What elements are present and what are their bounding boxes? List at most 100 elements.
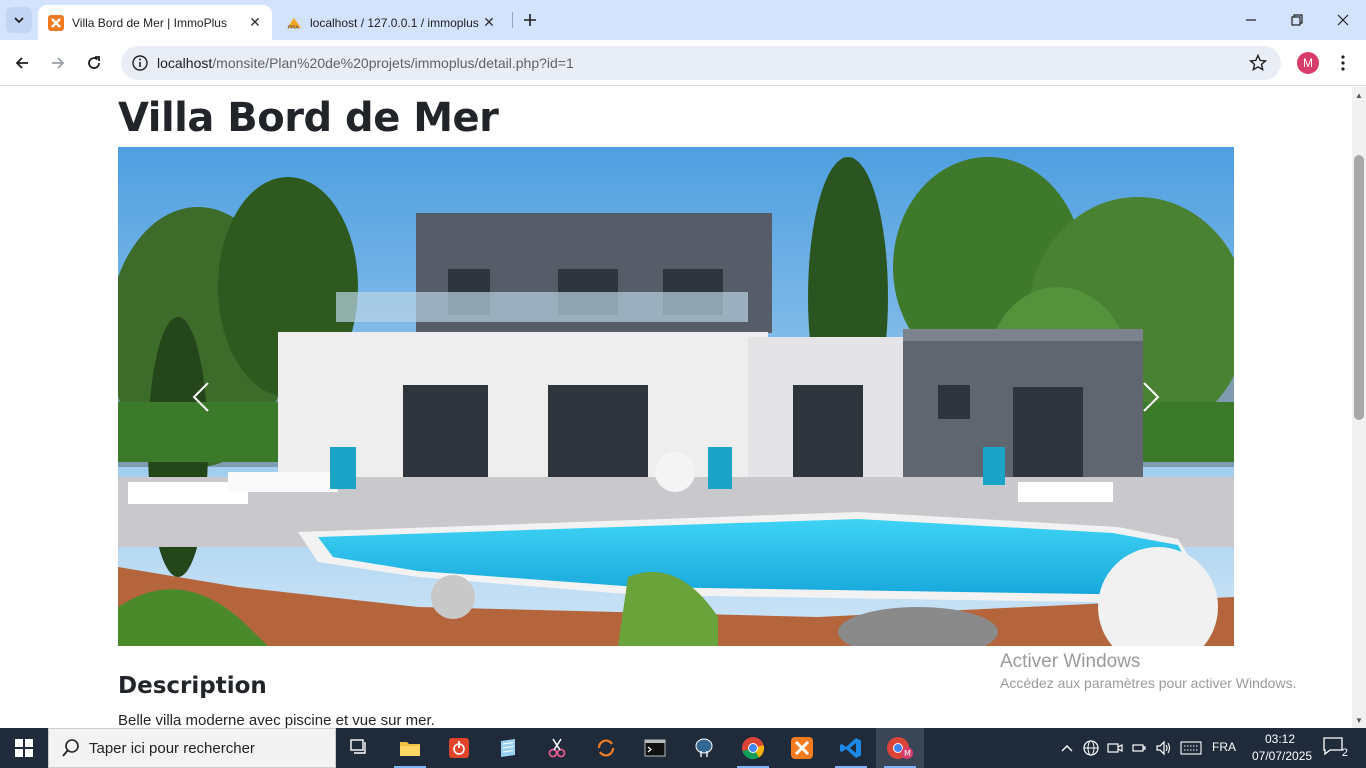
minimize-icon	[1246, 19, 1256, 21]
file-explorer-button[interactable]	[386, 728, 434, 768]
battery-tray-button[interactable]	[1128, 728, 1150, 768]
chevron-down-icon	[14, 17, 24, 24]
minimize-button[interactable]	[1228, 0, 1274, 40]
description-heading: Description	[118, 673, 267, 699]
chevron-up-icon	[1061, 745, 1073, 752]
show-hidden-icons-button[interactable]	[1058, 728, 1076, 768]
browser-menu-button[interactable]	[1332, 52, 1354, 74]
tab-separator	[512, 12, 513, 28]
sync-orange-icon	[597, 739, 615, 757]
reload-button[interactable]	[80, 49, 108, 77]
svg-text:M: M	[904, 749, 911, 758]
meet-now-tray-button[interactable]	[1104, 728, 1126, 768]
carousel-prev-button[interactable]	[118, 147, 284, 646]
notification-icon	[1323, 737, 1343, 756]
clock-time: 03:12	[1264, 732, 1296, 746]
tab-phpmyadmin[interactable]: PMA localhost / 127.0.0.1 / immoplus ✕	[276, 5, 506, 40]
vscode-icon	[840, 738, 861, 758]
tab-title: localhost / 127.0.0.1 / immoplus	[310, 15, 479, 30]
chevron-right-icon	[1143, 381, 1160, 412]
keyboard-tray-button[interactable]	[1177, 728, 1205, 768]
property-image-carousel[interactable]	[118, 147, 1234, 646]
scroll-thumb[interactable]	[1354, 155, 1364, 420]
forward-button[interactable]	[44, 49, 72, 77]
volume-tray-button[interactable]	[1152, 728, 1174, 768]
description-text: Belle villa moderne avec piscine et vue …	[118, 712, 435, 728]
profile-avatar[interactable]: M	[1297, 52, 1319, 74]
scroll-down-icon[interactable]: ▼	[1355, 716, 1363, 725]
folder-icon	[400, 742, 420, 756]
network-tray-button[interactable]	[1080, 728, 1102, 768]
url-path: /monsite/Plan%20de%20projets/immoplus/de…	[212, 55, 574, 71]
chrome-profile-button[interactable]: M	[876, 728, 924, 768]
tab-strip: Villa Bord de Mer | ImmoPlus ✕ PMA local…	[0, 0, 1366, 40]
notification-center-button[interactable]: 2	[1322, 736, 1350, 760]
notification-count: 2	[1341, 747, 1348, 759]
info-icon[interactable]	[131, 54, 149, 72]
chrome-profile-icon: M	[887, 737, 913, 759]
elephant-icon	[695, 738, 713, 757]
close-tab-icon[interactable]: ✕	[246, 14, 264, 32]
vscode-button[interactable]	[827, 728, 875, 768]
arrow-left-icon	[15, 57, 28, 69]
close-window-button[interactable]	[1320, 0, 1366, 40]
scissors-icon	[548, 738, 566, 758]
taskbar-clock[interactable]: 03:12 07/07/2025	[1252, 731, 1312, 765]
svg-text:PMA: PMA	[288, 25, 299, 31]
git-app-button[interactable]	[582, 728, 630, 768]
url-host: localhost	[157, 55, 213, 71]
page-scrollbar[interactable]: ▲ ▼	[1352, 87, 1366, 728]
camera-icon	[1107, 743, 1123, 753]
taskbar-search-box[interactable]: Taper ici pour rechercher	[48, 728, 336, 768]
terminal-button[interactable]	[631, 728, 679, 768]
windows-taskbar: Taper ici pour rechercher M FRA 03:12 07…	[0, 728, 1366, 768]
arrow-right-icon	[52, 57, 65, 69]
page-content: Villa Bord de Mer Description Belle vill…	[0, 87, 1352, 728]
chrome-button[interactable]	[729, 728, 777, 768]
scroll-up-icon[interactable]: ▲	[1355, 91, 1363, 100]
chrome-icon	[742, 737, 765, 760]
watermark-title: Activer Windows	[1000, 651, 1141, 672]
notes-icon	[501, 739, 515, 757]
tab-villa[interactable]: Villa Bord de Mer | ImmoPlus ✕	[38, 5, 272, 40]
input-language[interactable]: FRA	[1212, 740, 1236, 754]
url-text: localhost/monsite/Plan%20de%20projets/im…	[157, 55, 574, 71]
restore-icon	[1291, 14, 1303, 26]
notes-app-button[interactable]	[484, 728, 532, 768]
property-title: Villa Bord de Mer	[118, 95, 499, 141]
tab-search-button[interactable]	[6, 7, 32, 33]
plus-icon	[524, 14, 536, 26]
close-tab-icon[interactable]: ✕	[480, 14, 498, 32]
watermark-subtitle: Accédez aux paramètres pour activer Wind…	[1000, 675, 1297, 691]
search-icon	[62, 739, 79, 757]
globe-icon	[1083, 740, 1099, 756]
kebab-menu-icon	[1341, 55, 1345, 71]
activate-windows-watermark: Activer Windows Accédez aux paramètres p…	[1000, 651, 1296, 691]
xampp-button[interactable]	[778, 728, 826, 768]
browser-toolbar: localhost/monsite/Plan%20de%20projets/im…	[0, 40, 1366, 86]
antivirus-app-button[interactable]	[435, 728, 483, 768]
start-button[interactable]	[0, 728, 48, 768]
snipping-tool-button[interactable]	[533, 728, 581, 768]
speaker-icon	[1156, 740, 1171, 756]
xampp-favicon-icon	[48, 14, 64, 31]
carousel-next-button[interactable]	[1068, 147, 1234, 646]
close-icon	[1337, 14, 1349, 26]
postgresql-button[interactable]	[680, 728, 728, 768]
villa-photo	[118, 147, 1234, 646]
restore-button[interactable]	[1274, 0, 1320, 40]
task-view-button[interactable]	[336, 728, 384, 768]
address-bar[interactable]: localhost/monsite/Plan%20de%20projets/im…	[121, 46, 1281, 80]
keyboard-icon	[1180, 741, 1202, 755]
terminal-icon	[644, 739, 666, 757]
bookmark-star-icon[interactable]	[1249, 54, 1267, 72]
power-shield-icon	[449, 738, 469, 758]
new-tab-button[interactable]	[518, 8, 542, 32]
power-plug-icon	[1132, 744, 1146, 752]
back-button[interactable]	[8, 49, 36, 77]
search-placeholder: Taper ici pour rechercher	[89, 739, 255, 757]
reload-icon	[88, 56, 100, 69]
task-view-icon	[350, 739, 366, 754]
windows-logo-icon	[15, 739, 33, 757]
tab-title: Villa Bord de Mer | ImmoPlus	[72, 15, 227, 30]
